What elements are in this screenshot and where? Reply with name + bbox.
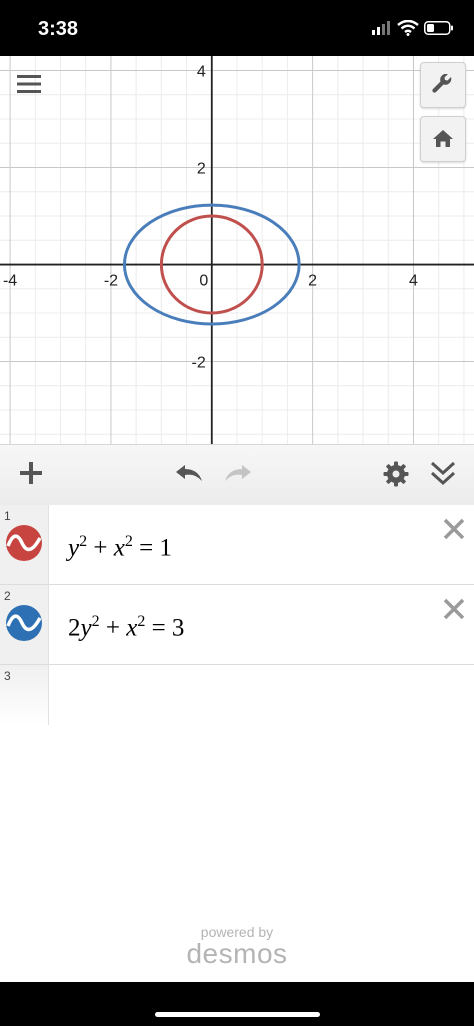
hamburger-menu-icon[interactable] <box>14 70 44 98</box>
close-icon[interactable] <box>442 597 466 621</box>
desmos-logo: desmos <box>186 938 288 969</box>
new-expression-row[interactable]: 3 <box>0 665 474 725</box>
wrench-icon <box>432 74 452 93</box>
expression-row[interactable]: 1 y2 + x2 = 1 <box>0 505 474 585</box>
status-bar: 3:38 <box>0 0 474 56</box>
x-tick-label: -4 <box>3 273 17 290</box>
expression-index: 1 <box>4 509 11 523</box>
cellular-signal-icon <box>372 21 390 35</box>
undo-icon[interactable] <box>173 461 205 487</box>
bottom-safe-area <box>0 982 474 1026</box>
wifi-icon <box>397 20 419 36</box>
gear-icon[interactable] <box>383 461 409 487</box>
expression-toolbar <box>0 444 474 506</box>
y-tick-label: 4 <box>197 64 206 81</box>
graph-curve-toggle-icon[interactable] <box>5 524 43 562</box>
graph-curve-toggle-icon[interactable] <box>5 604 43 642</box>
expression-input[interactable]: 2y2 + x2 = 3 <box>68 613 184 642</box>
redo-icon[interactable] <box>222 461 254 487</box>
graph-canvas[interactable]: -4 -2 0 2 4 4 2 -2 <box>0 56 474 444</box>
expression-row[interactable]: 2 2y2 + x2 = 3 <box>0 585 474 665</box>
home-indicator <box>155 1012 320 1017</box>
expression-gutter: 3 <box>0 665 49 725</box>
expression-input[interactable]: y2 + x2 = 1 <box>68 533 172 562</box>
close-icon[interactable] <box>442 517 466 541</box>
plus-icon[interactable] <box>18 460 44 486</box>
home-icon <box>433 130 453 147</box>
y-tick-label: -2 <box>192 355 206 372</box>
double-chevron-down-icon[interactable] <box>429 459 457 489</box>
x-tick-label: 4 <box>409 273 418 290</box>
graph-settings-button[interactable] <box>420 62 466 108</box>
x-tick-label: 0 <box>199 273 208 290</box>
expression-gutter: 2 <box>0 585 49 664</box>
expression-gutter: 1 <box>0 505 49 584</box>
x-tick-label: 2 <box>308 273 317 290</box>
zoom-home-button[interactable] <box>420 116 466 162</box>
expression-index: 2 <box>4 589 11 603</box>
battery-icon <box>424 21 453 35</box>
status-time: 3:38 <box>38 18 79 40</box>
graph-paper[interactable]: -4 -2 0 2 4 4 2 -2 <box>0 56 474 444</box>
x-tick-label: -2 <box>104 273 118 290</box>
expression-index: 3 <box>4 669 11 683</box>
y-tick-label: 2 <box>197 161 206 178</box>
